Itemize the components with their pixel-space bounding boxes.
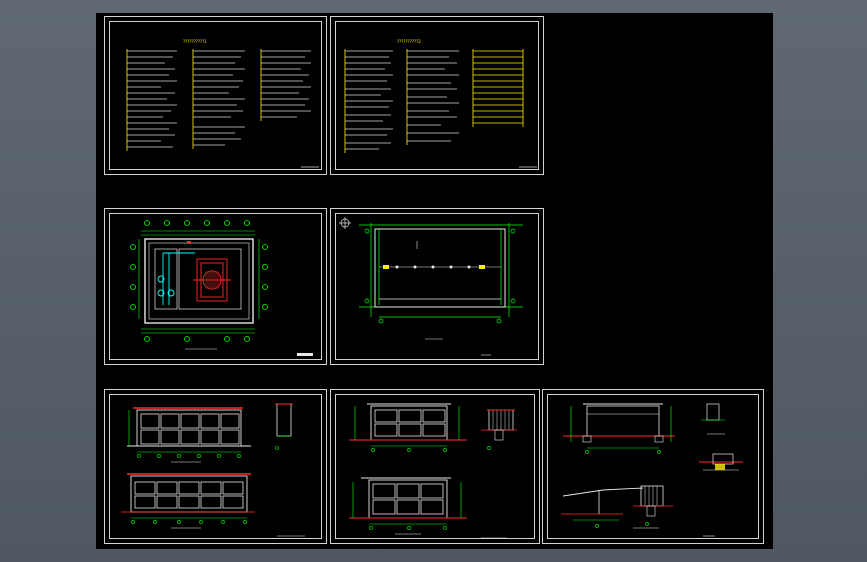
elevations-b-drawing (349, 403, 517, 539)
sheet-title: ??????????1 (183, 39, 207, 44)
cad-drawing-viewport[interactable]: ??????????1 ??????????2 (96, 13, 773, 549)
notes-1-drawing: ??????????1 (126, 39, 319, 168)
sheet-elevations-a[interactable] (104, 389, 327, 544)
sheet-notes-1[interactable]: ??????????1 (104, 16, 327, 175)
sheet-elevations-b[interactable] (330, 389, 540, 544)
floor-plan-drawing (130, 220, 313, 356)
notes-2-drawing: ??????????2 (344, 39, 537, 168)
outer-wall (144, 238, 254, 324)
sections-drawing (561, 403, 743, 537)
foundation-plan-drawing (339, 217, 523, 356)
sheet-foundation-plan[interactable] (330, 208, 544, 365)
sheet-sections[interactable] (542, 389, 764, 544)
sheet-title: ??????????2 (397, 39, 421, 44)
sheet-floor-plan[interactable] (104, 208, 327, 365)
sheet-notes-2[interactable]: ??????????2 (330, 16, 544, 175)
north-arrow-icon (339, 217, 351, 229)
elevations-a-drawing (121, 403, 305, 537)
